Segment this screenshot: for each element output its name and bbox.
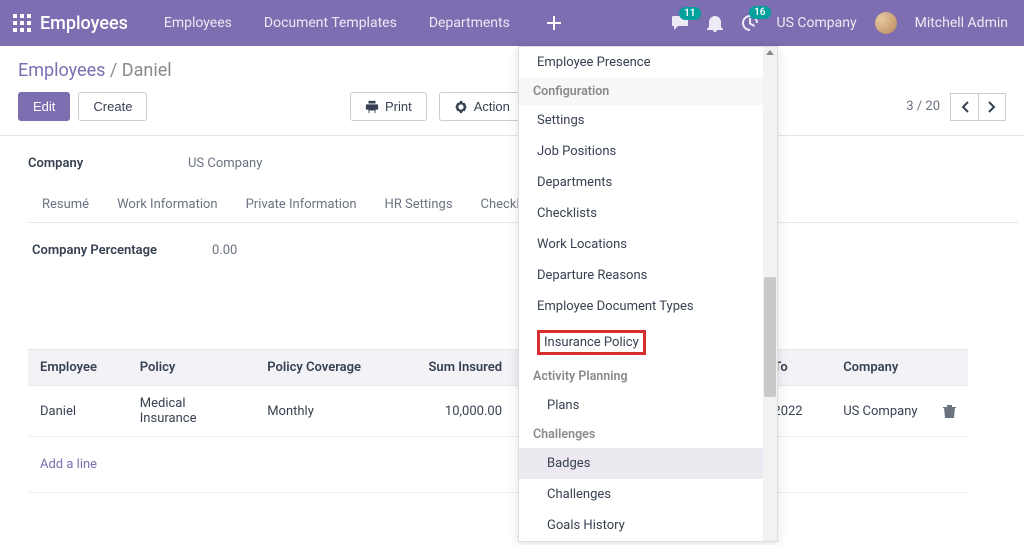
company-value: US Company: [188, 156, 262, 171]
company-switcher[interactable]: US Company: [777, 15, 857, 31]
td-delete[interactable]: [931, 386, 968, 437]
config-dropdown: Employee Presence Configuration Settings…: [518, 46, 778, 542]
tab-work-information[interactable]: Work Information: [117, 197, 218, 212]
company-percentage-label: Company Percentage: [32, 243, 212, 258]
messages-badge: 11: [679, 7, 700, 20]
chevron-right-icon: [988, 101, 996, 113]
breadcrumb-current: Daniel: [122, 60, 172, 81]
th-coverage[interactable]: Policy Coverage: [255, 350, 404, 386]
insurance-policy-highlight: Insurance Policy: [537, 330, 646, 355]
action-button[interactable]: Action: [439, 92, 525, 121]
tab-hr-settings[interactable]: HR Settings: [385, 197, 453, 212]
username[interactable]: Mitchell Admin: [915, 15, 1008, 31]
systray: 11 16 US Company Mitchell Admin: [671, 12, 1016, 34]
plus-icon[interactable]: [534, 0, 574, 46]
app-brand[interactable]: Employees: [36, 13, 140, 34]
td-policy: Medical Insurance: [128, 386, 255, 437]
nav-link-employees[interactable]: Employees: [148, 0, 248, 46]
menu-job-positions[interactable]: Job Positions: [519, 136, 777, 167]
th-employee[interactable]: Employee: [28, 350, 128, 386]
edit-button[interactable]: Edit: [18, 92, 70, 121]
pager-prev[interactable]: [950, 93, 978, 121]
th-sum[interactable]: Sum Insured: [404, 350, 514, 386]
clock-icon[interactable]: 16: [741, 14, 759, 32]
th-policy[interactable]: Policy: [128, 350, 255, 386]
apps-icon[interactable]: [8, 14, 36, 32]
chevron-left-icon: [961, 101, 969, 113]
menu-work-locations[interactable]: Work Locations: [519, 229, 777, 260]
menu-goals-history[interactable]: Goals History: [519, 510, 777, 541]
td-sum: 10,000.00: [404, 386, 514, 437]
printer-icon: [365, 100, 379, 114]
nav-links: Employees Document Templates Departments: [148, 0, 526, 46]
dropdown-scroll-thumb[interactable]: [764, 277, 776, 397]
top-nav: Employees Employees Document Templates D…: [0, 0, 1024, 46]
tab-private-information[interactable]: Private Information: [246, 197, 357, 212]
clock-badge: 16: [749, 6, 770, 19]
pager: 3 / 20: [906, 93, 1006, 121]
add-a-line[interactable]: Add a line: [40, 447, 109, 482]
menu-badges[interactable]: Badges: [519, 448, 777, 479]
nav-link-departments[interactable]: Departments: [413, 0, 526, 46]
scroll-area[interactable]: Company US Company Resumé Work Informati…: [0, 136, 1024, 526]
menu-departments[interactable]: Departments: [519, 167, 777, 198]
trash-icon: [943, 404, 956, 418]
policy-table: Employee Policy Policy Coverage Sum Insu…: [28, 349, 968, 493]
menu-challenges[interactable]: Challenges: [519, 479, 777, 510]
scroll-up-icon: [765, 49, 775, 57]
td-company: US Company: [831, 386, 931, 437]
company-percentage-value: 0.00: [212, 243, 332, 258]
menu-employee-document-types[interactable]: Employee Document Types: [519, 291, 777, 322]
create-button[interactable]: Create: [78, 92, 147, 121]
pager-text: 3 / 20: [906, 99, 940, 114]
th-actions: [931, 350, 968, 386]
menu-section-configuration: Configuration: [519, 78, 777, 105]
td-coverage: Monthly: [255, 386, 404, 437]
gear-icon: [454, 100, 468, 114]
tab-checklists[interactable]: Checkli: [481, 197, 523, 212]
td-employee: Daniel: [28, 386, 128, 437]
th-company[interactable]: Company: [831, 350, 931, 386]
company-label: Company: [28, 156, 188, 171]
tab-resume[interactable]: Resumé: [42, 197, 89, 212]
menu-section-challenges: Challenges: [519, 421, 777, 448]
dropdown-scrollbar[interactable]: [763, 47, 777, 541]
menu-insurance-policy[interactable]: Insurance Policy: [519, 322, 777, 363]
table-row[interactable]: Daniel Medical Insurance Monthly 10,000.…: [28, 386, 968, 437]
toolbar: Edit Create Print Action 3 / 20: [0, 92, 1024, 135]
menu-checklists[interactable]: Checklists: [519, 198, 777, 229]
avatar[interactable]: [875, 12, 897, 34]
menu-section-activity-planning: Activity Planning: [519, 363, 777, 390]
nav-link-document-templates[interactable]: Document Templates: [248, 0, 413, 46]
breadcrumb: Employees / Daniel: [18, 60, 172, 81]
menu-departure-reasons[interactable]: Departure Reasons: [519, 260, 777, 291]
menu-employee-presence[interactable]: Employee Presence: [519, 47, 777, 78]
pager-next[interactable]: [978, 93, 1006, 121]
breadcrumb-root[interactable]: Employees: [18, 60, 105, 81]
menu-plans[interactable]: Plans: [519, 390, 777, 421]
messages-icon[interactable]: 11: [671, 15, 689, 31]
breadcrumb-row: Employees / Daniel: [0, 46, 1024, 92]
menu-settings[interactable]: Settings: [519, 105, 777, 136]
content: Company US Company Resumé Work Informati…: [0, 135, 1024, 526]
print-button[interactable]: Print: [350, 92, 427, 121]
bell-icon[interactable]: [707, 14, 723, 32]
